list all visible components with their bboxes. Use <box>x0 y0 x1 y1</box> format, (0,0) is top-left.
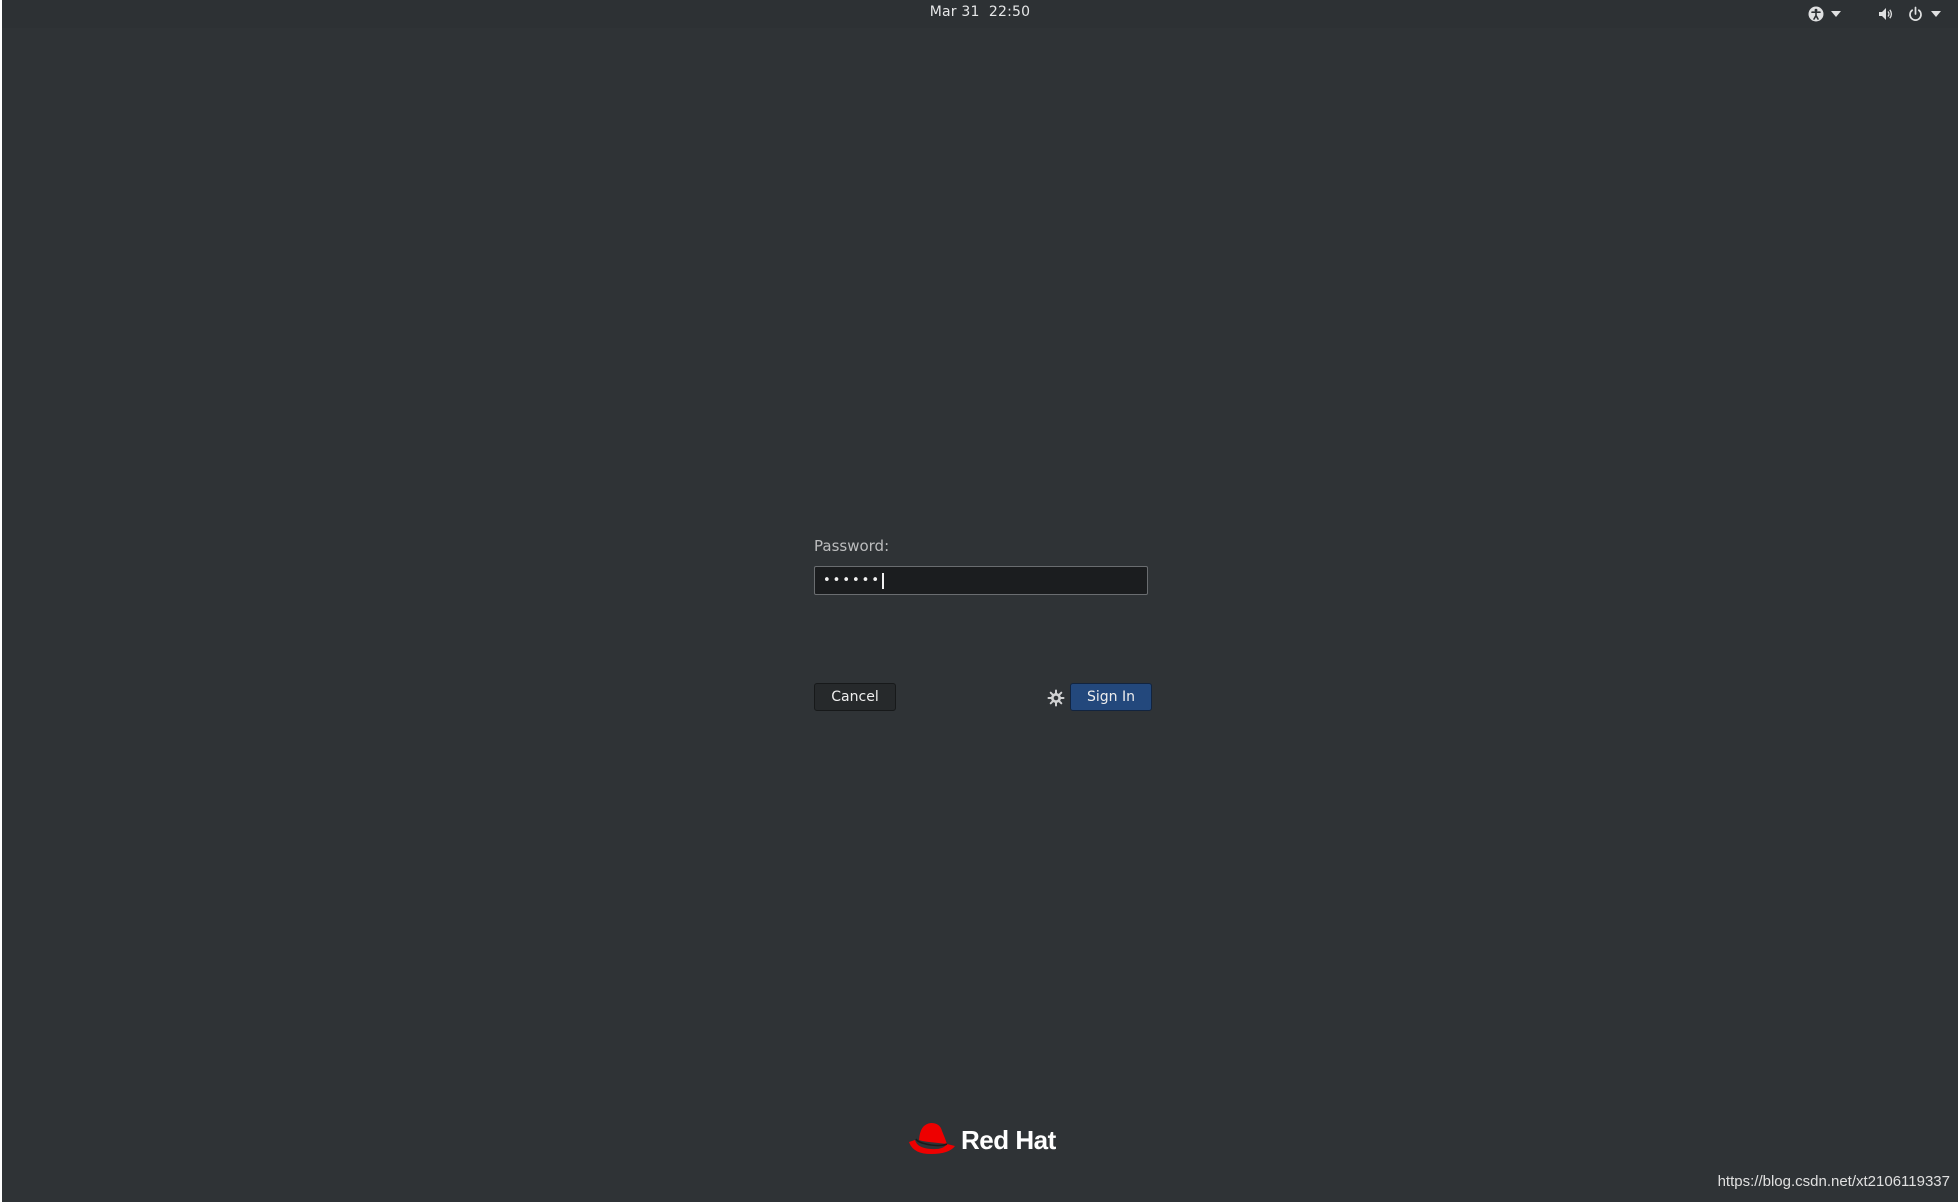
accessibility-menu[interactable] <box>1808 4 1852 24</box>
password-field[interactable]: •••••• <box>814 566 1148 595</box>
volume-icon <box>1878 6 1894 22</box>
logo-text: Red Hat <box>961 1124 1056 1155</box>
red-hat-logo: Red Hat <box>907 1120 1056 1160</box>
accessibility-icon <box>1808 6 1824 22</box>
system-menu[interactable] <box>1878 4 1948 24</box>
text-cursor <box>882 572 885 589</box>
password-label: Password: <box>814 537 890 555</box>
login-screen: Mar 31 22:50 Password: •••••• Cancel Sig… <box>2 0 1958 1202</box>
login-dialog: Password: •••••• Cancel Sign In <box>812 537 1152 711</box>
gear-icon[interactable] <box>1047 689 1065 707</box>
red-hat-icon <box>907 1118 957 1162</box>
cancel-button[interactable]: Cancel <box>814 683 896 711</box>
power-icon <box>1908 6 1923 22</box>
clock[interactable]: Mar 31 22:50 <box>2 4 1958 20</box>
watermark-url: https://blog.csdn.net/xt2106119337 <box>1717 1173 1950 1190</box>
chevron-down-icon <box>1931 11 1941 17</box>
password-value: •••••• <box>823 573 882 588</box>
sign-in-button[interactable]: Sign In <box>1070 683 1152 711</box>
top-bar: Mar 31 22:50 <box>2 0 1958 28</box>
chevron-down-icon <box>1831 11 1841 17</box>
